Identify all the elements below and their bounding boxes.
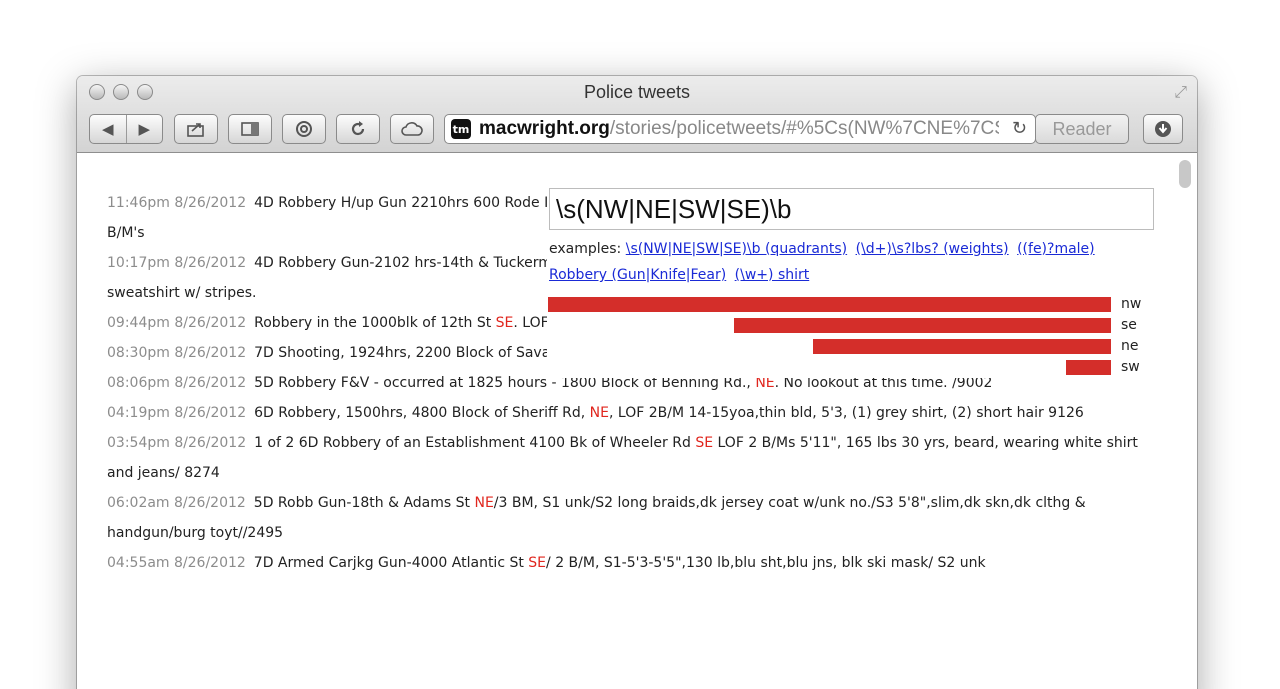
- bar-row: sw: [549, 357, 1149, 378]
- regex-search-input[interactable]: \s(NW|NE|SW|SE)\b: [549, 188, 1154, 230]
- example-link-gender[interactable]: ((fe)?male): [1017, 241, 1095, 257]
- regex-panel: \s(NW|NE|SW|SE)\b examples: \s(NW|NE|SW|…: [547, 188, 1155, 378]
- tweet-item: 04:19pm 8/26/2012 6D Robbery, 1500hrs, 48…: [107, 398, 1152, 428]
- tweet-text: 6D Robbery, 1500hrs, 4800 Block of Sheri…: [254, 405, 590, 421]
- bar-ne: [813, 339, 1111, 354]
- example-link-robbery-type[interactable]: Robbery (Gun|Knife|Fear): [549, 267, 726, 283]
- match-highlight: SE: [495, 315, 514, 331]
- tweet-item: 06:02am 8/26/2012 5D Robb Gun-18th & Adam…: [107, 488, 1152, 548]
- browser-window: Police tweets ⤢ ◀ ▶ tm macwright.org/sto…: [77, 76, 1197, 689]
- tweet-time: 04:55am 8/26/2012: [107, 555, 246, 571]
- tweet-text: Robbery in the 1000blk of 12th St: [254, 315, 496, 331]
- tweet-text: , LOF 2B/M 14-15yoa,thin bld, 5'3, (1) g…: [609, 405, 1084, 421]
- downloads-button[interactable]: [1143, 114, 1183, 144]
- address-bar[interactable]: tm macwright.org/stories/policetweets/#%…: [444, 114, 1036, 144]
- bar-label-sw: sw: [1121, 359, 1140, 375]
- examples-label: examples:: [549, 241, 622, 257]
- example-link-shirt[interactable]: (\w+) shirt: [735, 267, 810, 283]
- example-link-weights[interactable]: (\d+)\s?lbs? (weights): [856, 241, 1009, 257]
- site-favicon: tm: [451, 119, 471, 139]
- url-text[interactable]: macwright.org/stories/policetweets/#%5Cs…: [479, 118, 999, 140]
- tweet-item: 04:55am 8/26/2012 7D Armed Carjkg Gun-400…: [107, 548, 1152, 578]
- tweet-time: 09:44pm 8/26/2012: [107, 315, 247, 331]
- back-forward-buttons: ◀ ▶: [89, 114, 163, 144]
- bar-label-ne: ne: [1121, 338, 1139, 354]
- tweet-text: 7D Armed Carjkg Gun-4000 Atlantic St: [253, 555, 529, 571]
- url-host: macwright.org: [479, 118, 610, 139]
- bar-label-nw: nw: [1121, 296, 1142, 312]
- window-title: Police tweets: [583, 82, 691, 102]
- bar-sw: [1066, 360, 1111, 375]
- downloads-icon: [1155, 121, 1171, 137]
- tweet-item: 03:54pm 8/26/2012 1 of 2 6D Robbery of an…: [107, 428, 1152, 488]
- url-path: /stories/policetweets/#%5Cs(NW%7CNE%7CS: [609, 118, 999, 139]
- reload-icon: [351, 121, 365, 136]
- scrollbar-thumb[interactable]: [1179, 160, 1191, 188]
- tweet-text: 1 of 2 6D Robbery of an Establishment 41…: [254, 435, 696, 451]
- back-arrow-icon[interactable]: ◀: [90, 115, 127, 143]
- bar-label-se: se: [1121, 317, 1137, 333]
- bar-row: nw: [548, 294, 1149, 315]
- top-sites-button[interactable]: [282, 114, 326, 144]
- browser-toolbar: Police tweets ⤢ ◀ ▶ tm macwright.org/sto…: [77, 76, 1197, 153]
- fullscreen-icon[interactable]: ⤢: [1174, 82, 1187, 102]
- example-link-quadrants[interactable]: \s(NW|NE|SW|SE)\b (quadrants): [626, 241, 847, 257]
- page-content: 11:46pm 8/26/2012 4D Robbery H/up Gun 221…: [77, 154, 1197, 689]
- tweet-time: 10:17pm 8/26/2012: [107, 255, 247, 271]
- tweet-time: 06:02am 8/26/2012: [107, 495, 246, 511]
- reader-button[interactable]: Reader: [1035, 114, 1129, 144]
- share-button[interactable]: [174, 114, 218, 144]
- sidebar-icon: [241, 122, 259, 136]
- match-bar-chart: nw se ne sw: [548, 294, 1149, 378]
- match-highlight: SE: [528, 555, 547, 571]
- bar-row: se: [549, 315, 1149, 336]
- reload-page-button[interactable]: [336, 114, 380, 144]
- cloud-icon: [401, 122, 423, 136]
- tweet-time: 04:19pm 8/26/2012: [107, 405, 247, 421]
- tweet-time: 11:46pm 8/26/2012: [107, 195, 247, 211]
- tweet-text: 5D Robb Gun-18th & Adams St: [253, 495, 475, 511]
- top-sites-icon: [296, 121, 312, 137]
- address-reload-icon[interactable]: ↻: [1007, 118, 1027, 139]
- tweet-text: / 2 B/M, S1-5'3-5'5",130 lb,blu sht,blu …: [546, 555, 986, 571]
- share-icon: [187, 123, 204, 137]
- forward-arrow-icon[interactable]: ▶: [127, 115, 163, 143]
- tweet-time: 08:30pm 8/26/2012: [107, 345, 247, 361]
- bar-nw: [548, 297, 1111, 312]
- tweet-time: 03:54pm 8/26/2012: [107, 435, 247, 451]
- tweet-time: 08:06pm 8/26/2012: [107, 375, 247, 391]
- bar-row: ne: [549, 336, 1149, 357]
- match-highlight: NE: [474, 495, 494, 511]
- sidebar-button[interactable]: [228, 114, 272, 144]
- match-highlight: NE: [589, 405, 609, 421]
- bar-se: [734, 318, 1111, 333]
- examples-list: examples: \s(NW|NE|SW|SE)\b (quadrants) …: [549, 236, 1149, 288]
- icloud-tabs-button[interactable]: [390, 114, 434, 144]
- match-highlight: SE: [695, 435, 714, 451]
